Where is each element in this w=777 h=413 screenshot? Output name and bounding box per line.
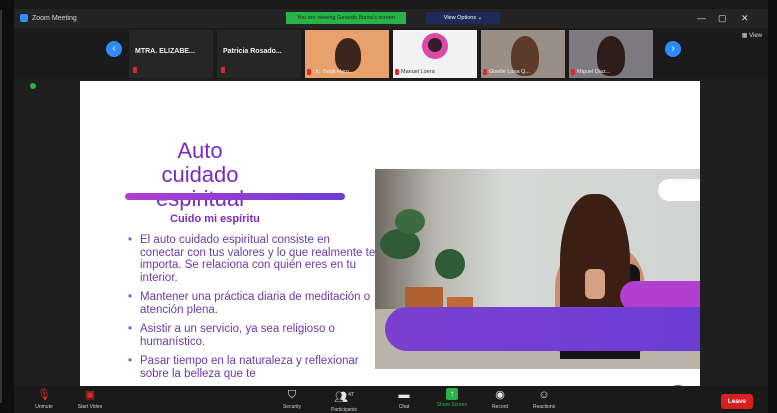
slide-bullet: Asistir a un servicio, ya sea religioso … <box>126 323 376 348</box>
reactions-label: Reactions <box>532 404 556 410</box>
leave-button[interactable]: Leave <box>721 394 753 409</box>
chat-button[interactable]: ▬ Chat <box>380 388 428 410</box>
slide-title-line1: Auto cuidado <box>161 138 239 187</box>
reactions-button[interactable]: ☺ Reactions <box>520 388 568 410</box>
right-screen-edge <box>768 0 777 413</box>
view-options-button[interactable]: View Options ⌄ <box>426 12 500 24</box>
share-screen-label: Share Screen <box>436 402 468 408</box>
encryption-status-icon[interactable] <box>30 83 36 89</box>
participant-name: Giselle Luna Q... <box>489 69 530 75</box>
meeting-toolbar: 🎙︎ Unmute ▣ Start Video ⛉ Security 👥︎47 … <box>14 386 768 413</box>
slide-bullet: Pasar tiempo en la naturaleza y reflexio… <box>126 355 376 380</box>
viewing-screen-banner: You are viewing Gerardo Ibarra's screen <box>286 12 406 24</box>
participants-label: Participants <box>330 406 358 413</box>
start-video-label: Start Video <box>77 404 103 410</box>
participant-tile[interactable]: Lic. Bepti Hern... <box>305 30 389 78</box>
slide-bullet: Mantener una práctica diaria de meditaci… <box>126 291 376 316</box>
participant-video <box>335 38 361 72</box>
shield-icon: ⛉ <box>287 389 297 401</box>
unmute-button[interactable]: 🎙︎ Unmute <box>20 388 68 410</box>
security-button[interactable]: ⛉ Security <box>268 388 316 410</box>
gallery-prev-arrow-icon[interactable]: ‹ <box>106 41 122 57</box>
security-label: Security <box>282 404 302 410</box>
participant-name: Lic. Bepti Hern... <box>313 69 354 75</box>
slide-bullet: El auto cuidado espiritual consiste en c… <box>126 234 376 284</box>
muted-mic-icon <box>483 69 487 75</box>
participant-tile[interactable]: MTRA. ELIZABE... <box>129 30 213 78</box>
share-screen-icon: ↑ <box>446 388 458 400</box>
participant-tile[interactable]: Patricia Rosado... <box>217 30 301 78</box>
window-title: Zoom Meeting <box>32 14 77 22</box>
zoom-logo-icon <box>20 14 28 22</box>
muted-mic-icon <box>221 67 225 73</box>
start-video-button[interactable]: ▣ Start Video <box>66 388 114 410</box>
muted-mic-icon <box>307 69 311 75</box>
muted-mic-icon <box>571 69 575 75</box>
shared-screen-slide: Auto cuidado espiritual Cuido mi espírit… <box>80 81 700 397</box>
participant-tile[interactable]: Giselle Luna Q... <box>481 30 565 78</box>
view-mode-label: View <box>749 33 762 39</box>
slide-decoration <box>658 179 700 201</box>
minimize-button[interactable]: — <box>697 12 706 24</box>
participant-name: Patricia Rosado... <box>223 48 282 55</box>
record-button[interactable]: ◉ Record <box>476 388 524 410</box>
video-off-icon: ▣ <box>84 389 96 401</box>
slide-bullet-list: El auto cuidado espiritual consiste en c… <box>126 234 376 387</box>
view-mode-button[interactable]: ▦ View <box>742 32 762 39</box>
chat-label: Chat <box>398 404 410 410</box>
participant-tile[interactable]: Manuel Loera <box>393 30 477 78</box>
unmute-label: Unmute <box>35 404 53 410</box>
participant-gallery: ‹ MTRA. ELIZABE... Patricia Rosado... Li… <box>14 28 768 79</box>
app-title: Zoom Meeting <box>20 14 77 22</box>
participant-avatar <box>422 33 448 59</box>
slide-subtitle: Cuido mi espíritu <box>170 213 260 225</box>
participants-button[interactable]: 👥︎47 Participants <box>320 388 368 413</box>
slide-title: Auto cuidado espiritual <box>140 139 260 211</box>
share-screen-button[interactable]: ↑ Share Screen <box>428 388 476 408</box>
muted-mic-icon <box>133 67 137 73</box>
participant-name: Manuel Loera <box>401 69 435 75</box>
title-underline-decoration <box>125 193 345 200</box>
slide-decoration <box>385 307 700 351</box>
muted-mic-icon <box>395 69 399 75</box>
zoom-window: Zoom Meeting You are viewing Gerardo Iba… <box>14 9 768 413</box>
record-icon: ◉ <box>495 389 505 401</box>
participants-icon: 👥︎47 <box>334 391 354 404</box>
chat-bubble-icon: ▬ <box>398 389 410 401</box>
grid-icon: ▦ <box>741 33 748 39</box>
participant-tile[interactable]: Miguel Diaz... <box>569 30 653 78</box>
participant-count: 47 <box>348 392 354 398</box>
participant-name: MTRA. ELIZABE... <box>135 48 195 55</box>
left-screen-edge <box>0 0 14 413</box>
reactions-icon: ☺ <box>538 389 550 401</box>
participant-name: Miguel Diaz... <box>577 69 611 75</box>
close-button[interactable]: ✕ <box>741 12 749 24</box>
gallery-next-arrow-icon[interactable]: › <box>665 41 681 57</box>
title-bar: Zoom Meeting You are viewing Gerardo Iba… <box>14 9 768 28</box>
muted-mic-icon: 🎙︎ <box>37 389 51 401</box>
maximize-button[interactable]: ▢ <box>718 12 727 24</box>
record-label: Record <box>491 404 509 410</box>
